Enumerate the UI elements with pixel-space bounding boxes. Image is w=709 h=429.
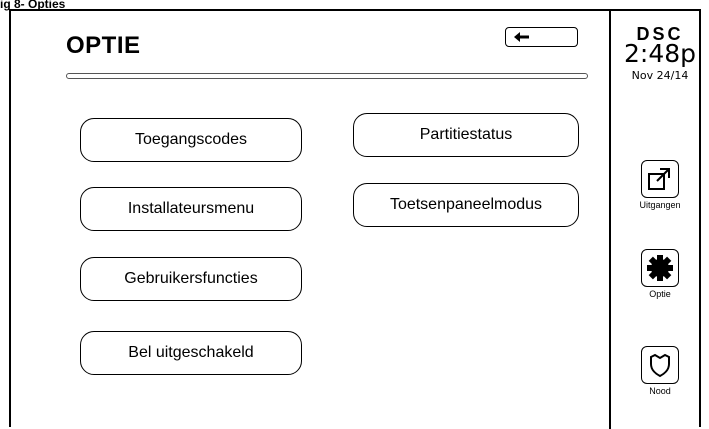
toegangscodes-label: Toegangscodes	[134, 131, 248, 148]
toegangscodes-button[interactable]: Toegangscodes	[80, 118, 302, 162]
gebruikersfuncties-label: Gebruikersfuncties	[124, 270, 258, 287]
progress-bar	[66, 73, 588, 79]
gear-icon	[641, 249, 679, 287]
bel-uitgeschakeld-label: Bel uitgeschakeld	[128, 344, 254, 361]
toetsenpaneelmodus-label: Toetsenpaneelmodus	[389, 196, 543, 213]
gebruikersfuncties-button[interactable]: Gebruikersfuncties	[80, 257, 302, 301]
clock-date: Nov 24/14	[631, 69, 689, 82]
bel-uitgeschakeld-button[interactable]: Bel uitgeschakeld	[80, 331, 302, 375]
uitgangen-button[interactable]: Uitgangen	[633, 160, 687, 210]
nood-button[interactable]: Nood	[633, 346, 687, 396]
sidebar-divider	[609, 9, 611, 429]
back-arrow-icon	[514, 32, 529, 42]
partitiestatus-label: Partitiestatus	[419, 126, 513, 143]
outputs-icon	[641, 160, 679, 198]
nood-label: Nood	[649, 386, 671, 396]
optie-label: Optie	[649, 289, 671, 299]
partitiestatus-button[interactable]: Partitiestatus	[353, 113, 579, 157]
back-button[interactable]	[505, 27, 578, 47]
shield-icon	[641, 346, 679, 384]
installateursmenu-button[interactable]: Installateursmenu	[80, 187, 302, 231]
page-title: OPTIE	[66, 32, 141, 59]
clock-time: 2:48p	[623, 39, 696, 68]
toetsenpaneelmodus-button[interactable]: Toetsenpaneelmodus	[353, 183, 579, 227]
uitgangen-label: Uitgangen	[639, 200, 681, 210]
optie-button[interactable]: Optie	[633, 249, 687, 299]
installateursmenu-label: Installateursmenu	[127, 200, 255, 217]
